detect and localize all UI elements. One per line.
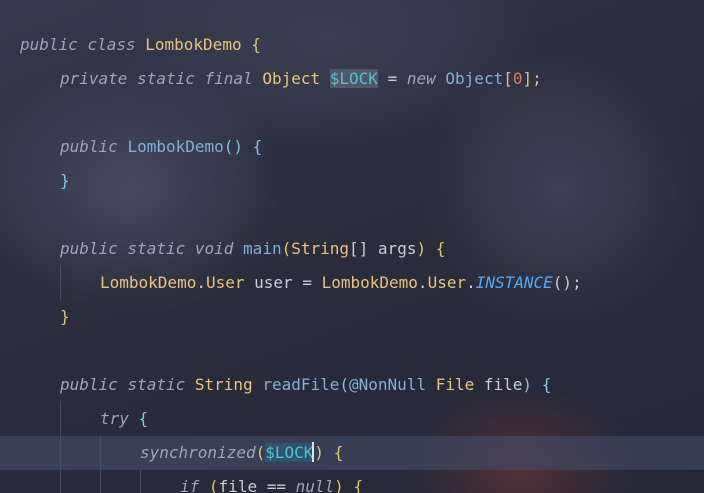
code-line[interactable]: public static String readFile(@NonNull F… [0, 368, 704, 402]
code-token: [ [503, 69, 513, 88]
code-token: main [243, 239, 282, 258]
code-token: { [333, 443, 344, 462]
code-token: INSTANCE [475, 273, 553, 292]
code-token: File [435, 375, 475, 394]
code-token: = [302, 273, 312, 292]
code-token: args [377, 239, 417, 258]
code-token: null [295, 477, 335, 493]
code-token: ( [208, 477, 219, 493]
code-editor[interactable]: public class LombokDemo { private static… [0, 0, 704, 493]
code-line[interactable]: public LombokDemo() { [0, 130, 704, 164]
code-token: class [87, 35, 136, 54]
code-token: file [483, 375, 523, 394]
lock-field-declaration[interactable]: $LOCK [329, 69, 378, 88]
code-token: String [194, 375, 253, 394]
code-token: ) [522, 375, 533, 394]
code-token: private [60, 69, 128, 88]
code-token: () [223, 137, 244, 156]
code-line[interactable]: try { [0, 402, 704, 436]
code-token: file [218, 477, 258, 493]
code-line[interactable]: private static final Object $LOCK = new … [0, 62, 704, 96]
code-token: { [353, 477, 364, 493]
code-line[interactable]: } [0, 300, 704, 334]
code-token: String [291, 239, 350, 258]
code-token: [] [349, 239, 369, 258]
code-token: { [541, 375, 552, 394]
code-token: Object [262, 69, 321, 88]
code-token: if [180, 477, 200, 493]
code-token: @NonNull [349, 375, 427, 394]
code-token: final [204, 69, 253, 88]
code-token: public [60, 375, 118, 394]
code-token: new [406, 69, 436, 88]
code-token: public [60, 239, 118, 258]
code-token: } [60, 307, 70, 326]
code-token: { [252, 137, 263, 156]
code-token: user [254, 273, 293, 292]
code-token: { [435, 239, 446, 258]
code-token: . [417, 273, 428, 292]
code-token: Object [445, 69, 504, 88]
code-token: . [196, 273, 206, 292]
lock-field-usage[interactable]: $LOCK [265, 443, 314, 462]
code-token: ]; [522, 69, 542, 88]
code-line[interactable]: LombokDemo.User user = LombokDemo.User.I… [0, 266, 704, 300]
code-token: { [251, 35, 261, 54]
code-line[interactable]: if (file == null) { [0, 470, 704, 493]
code-token: User [427, 273, 467, 292]
code-token: } [60, 171, 70, 190]
code-token: == [266, 477, 286, 493]
code-token: try [100, 409, 129, 428]
code-token: static [137, 69, 195, 88]
code-token: { [138, 409, 149, 428]
code-token: static [127, 239, 186, 258]
code-token: (); [552, 273, 582, 292]
code-token: public [20, 35, 78, 54]
code-token: ( [339, 375, 350, 394]
code-token: = [387, 69, 398, 88]
code-line[interactable]: public class LombokDemo { [0, 28, 704, 62]
current-code-line[interactable]: synchronized($LOCK) { [0, 436, 704, 470]
code-token: ( [281, 239, 292, 258]
code-token: ( [255, 443, 266, 462]
code-token: static [127, 375, 186, 394]
code-token: LombokDemo [321, 273, 418, 292]
code-token: ) [314, 443, 325, 462]
code-token: User [205, 273, 245, 292]
code-token: void [194, 239, 234, 258]
code-token: LombokDemo [127, 137, 224, 156]
code-token: readFile [262, 375, 340, 394]
code-line[interactable]: } [0, 164, 704, 198]
code-token: LombokDemo [145, 35, 242, 54]
code-token: LombokDemo [100, 273, 197, 292]
code-token: public [60, 137, 118, 156]
code-line[interactable]: public static void main(String[] args) { [0, 232, 704, 266]
code-token: ) [416, 239, 427, 258]
code-token: synchronized [140, 443, 256, 462]
code-token: ) [334, 477, 344, 493]
code-token: . [466, 273, 476, 292]
